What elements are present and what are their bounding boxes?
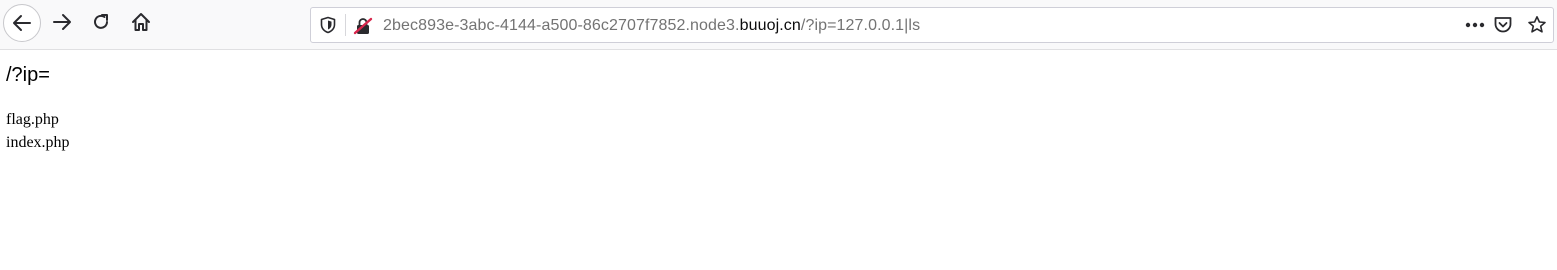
insecure-connection-lock-icon[interactable] xyxy=(353,16,373,36)
home-icon xyxy=(132,13,150,31)
url-prefix: 2bec893e-3abc-4144-a500-86c2707f7852.nod… xyxy=(383,17,740,34)
address-bar[interactable]: 2bec893e-3abc-4144-a500-86c2707f7852.nod… xyxy=(310,7,1554,43)
pocket-button[interactable] xyxy=(1493,15,1513,35)
home-button[interactable] xyxy=(124,5,158,39)
bookmark-button[interactable] xyxy=(1527,15,1547,35)
output-line: index.php xyxy=(6,134,70,151)
bookmark-star-icon xyxy=(1528,16,1546,33)
more-actions-button[interactable] xyxy=(1465,15,1485,35)
page-prompt: /?ip= xyxy=(6,64,50,86)
back-button[interactable] xyxy=(3,4,41,42)
url-domain: buuoj.cn xyxy=(739,17,801,34)
url-path: /?ip=127.0.0.1|ls xyxy=(800,17,921,34)
output-line: flag.php xyxy=(6,111,59,128)
pocket-icon xyxy=(1494,17,1512,33)
page-content: /?ip= flag.php index.php xyxy=(6,62,70,154)
forward-arrow-icon xyxy=(53,14,71,30)
command-output: flag.php index.php xyxy=(6,108,70,154)
url-text[interactable]: 2bec893e-3abc-4144-a500-86c2707f7852.nod… xyxy=(383,16,920,36)
reload-button[interactable] xyxy=(84,5,118,39)
tracking-protection-shield-icon[interactable] xyxy=(319,16,337,34)
reload-icon xyxy=(94,14,108,29)
back-arrow-icon xyxy=(13,15,31,31)
address-bar-separator xyxy=(345,14,346,36)
browser-toolbar: 2bec893e-3abc-4144-a500-86c2707f7852.nod… xyxy=(0,0,1557,50)
more-actions-icon xyxy=(1465,22,1485,28)
forward-button[interactable] xyxy=(45,5,79,39)
